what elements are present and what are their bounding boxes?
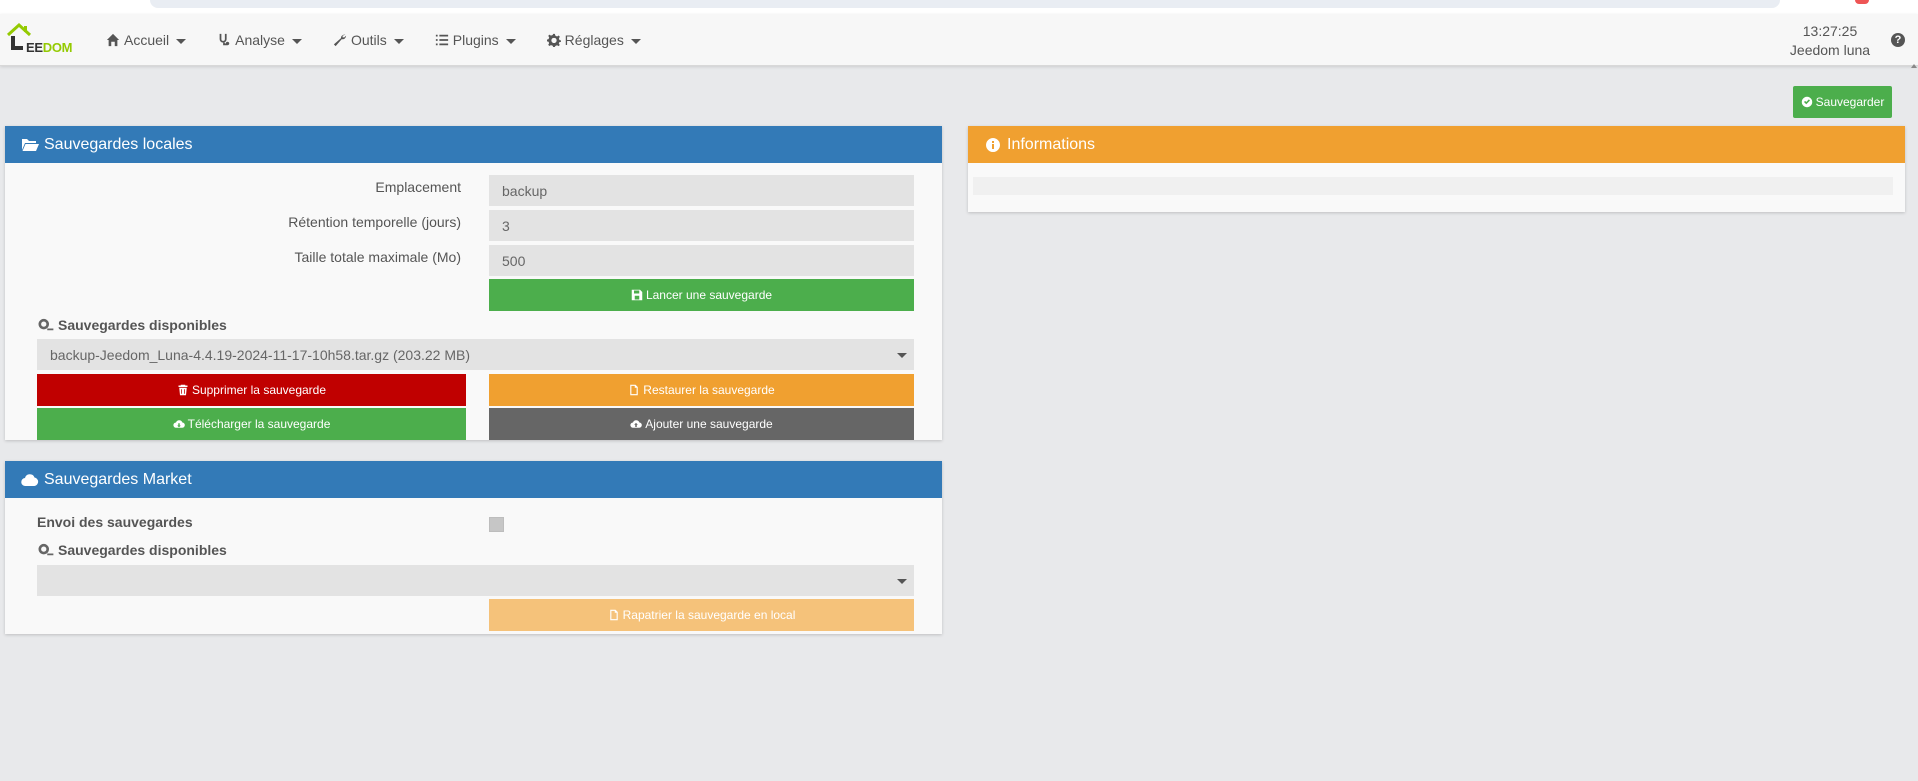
local-backups-panel: Sauvegardes locales Emplacement backup R… [5,126,942,440]
clock-time: 13:27:25 [1802,23,1858,39]
menu-outils-label: Outils [350,32,387,48]
repatriate-backup-label: Rapatrier la sauvegarde en local [622,608,796,622]
available-backups-selected: backup-Jeedom_Luna-4.4.19-2024-11-17-10h… [50,346,471,363]
cloud-icon [21,473,39,486]
informations-panel: Informations [968,126,1905,212]
save-button-label: Sauvegarder [1815,95,1885,109]
market-backups-select[interactable] [37,565,914,596]
top-navbar: EEDOM Accueil Analyse Outils Plugins Rég… [0,14,1918,66]
download-backup-label: Télécharger la sauvegarde [187,417,331,431]
browser-top-strip [0,0,1918,14]
restore-backup-label: Restaurer la sauvegarde [643,383,775,397]
list-icon [435,34,448,46]
launch-backup-label: Lancer une sauvegarde [645,288,773,302]
home-icon [106,33,120,47]
browser-address-bar[interactable] [150,0,1780,8]
repatriate-backup-button[interactable]: Rapatrier la sauvegarde en local [489,599,914,631]
send-backups-checkbox[interactable] [489,517,504,532]
menu-accueil[interactable]: Accueil [96,14,196,66]
delete-backup-button[interactable]: Supprimer la sauvegarde [37,374,466,406]
file-icon [609,609,618,621]
menu-plugins-label: Plugins [452,32,499,48]
chevron-down-icon [176,38,187,44]
menu-reglages[interactable]: Réglages [537,14,651,66]
jeedom-logo[interactable]: EEDOM [4,22,78,58]
retention-label: Rétention temporelle (jours) [288,214,461,230]
informations-content [973,177,1893,195]
scroll-up-arrow-icon[interactable] [1911,64,1917,68]
save-button[interactable]: Sauvegarder [1793,86,1892,118]
chevron-down-icon [897,353,907,358]
file-icon [630,384,639,396]
logo-wordmark: EEDOM [26,40,73,55]
menu-reglages-label: Réglages [564,32,624,48]
help-icon[interactable]: ? [1891,33,1905,47]
restore-backup-button[interactable]: Restaurer la sauvegarde [489,374,914,406]
cloud-upload-icon [630,420,643,428]
menu-plugins[interactable]: Plugins [425,14,526,66]
chevron-down-icon [897,579,907,584]
market-available-label: Sauvegardes disponibles [37,542,437,558]
menu-analyse[interactable]: Analyse [207,14,312,66]
chevron-down-icon [291,38,302,44]
available-backups-label: Sauvegardes disponibles [37,317,437,333]
download-backup-button[interactable]: Télécharger la sauvegarde [37,408,466,440]
market-backups-title: Sauvegardes Market [44,470,192,488]
available-backups-text: Sauvegardes disponibles [58,317,227,333]
max-size-field[interactable]: 500 [489,245,914,276]
menu-outils[interactable]: Outils [323,14,414,66]
trash-icon [178,384,188,396]
informations-header: Informations [968,126,1905,163]
local-backups-title: Sauvegardes locales [44,135,193,153]
market-available-text: Sauvegardes disponibles [58,542,227,558]
informations-title: Informations [1007,135,1096,153]
chevron-down-icon [505,38,516,44]
launch-backup-button[interactable]: Lancer une sauvegarde [489,279,914,311]
cloud-download-icon [172,420,185,428]
location-field[interactable]: backup [489,175,914,206]
retention-field[interactable]: 3 [489,210,914,241]
info-circle-icon [986,137,1001,152]
max-size-label: Taille totale maximale (Mo) [294,249,462,265]
available-backups-select[interactable]: backup-Jeedom_Luna-4.4.19-2024-11-17-10h… [37,339,914,370]
menu-analyse-label: Analyse [235,32,285,48]
clock-user-block: 13:27:25 Jeedom luna [1780,22,1880,60]
chevron-down-icon [393,38,404,44]
search-database-icon [38,318,54,331]
add-backup-button[interactable]: Ajouter une sauvegarde [489,408,914,440]
folder-open-icon [22,138,39,151]
add-backup-label: Ajouter une sauvegarde [645,417,773,431]
check-circle-icon [1801,96,1812,108]
chevron-down-icon [630,38,641,44]
floppy-save-icon [631,289,643,301]
send-backups-label: Envoi des sauvegardes [37,514,193,530]
local-backups-header: Sauvegardes locales [5,126,942,163]
location-label: Emplacement [375,179,461,195]
stethoscope-icon [219,33,230,46]
market-backups-header: Sauvegardes Market [5,461,942,498]
delete-backup-label: Supprimer la sauvegarde [191,383,327,397]
user-name[interactable]: Jeedom luna [1780,41,1880,60]
main-menu: Accueil Analyse Outils Plugins Réglages [96,14,662,66]
browser-notification-dot [1855,0,1869,4]
gear-icon [546,33,561,47]
market-backups-panel: Sauvegardes Market Envoi des sauvegardes… [5,461,942,634]
search-database-icon [38,543,54,556]
menu-accueil-label: Accueil [124,32,170,48]
wrench-icon [333,34,347,47]
